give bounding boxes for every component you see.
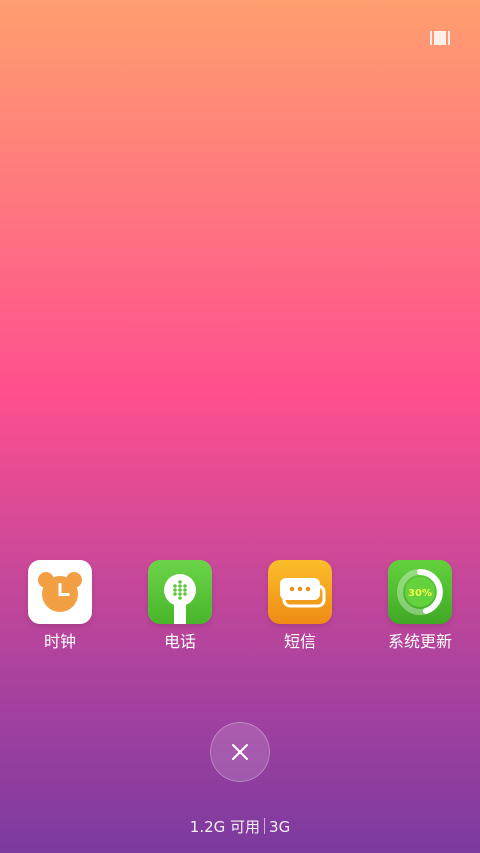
app-label: 电话 [163,632,196,651]
update-progress-text: 30% [408,588,432,599]
recent-apps-icon[interactable] [430,30,450,46]
memory-total: 3G [269,818,291,836]
message-icon [268,560,332,624]
system-update-icon: 30% [388,560,452,624]
memory-status: 1.2G 可用 3G [0,816,480,837]
clear-all-button[interactable] [210,722,270,782]
recent-apps-list: 时钟 电话 短信 30% 系统更新 [0,560,480,670]
close-icon [232,744,248,760]
app-label: 系统更新 [387,632,452,651]
app-clock[interactable]: 时钟 [5,560,115,670]
app-messages[interactable]: 短信 [245,560,355,670]
app-label: 时钟 [43,632,76,651]
phone-icon [148,560,212,624]
app-label: 短信 [283,632,316,651]
memory-available: 1.2G 可用 [189,818,261,836]
app-system-update[interactable]: 30% 系统更新 [365,560,475,670]
clock-icon [28,560,92,624]
app-phone[interactable]: 电话 [125,560,235,670]
memory-separator [264,818,266,834]
